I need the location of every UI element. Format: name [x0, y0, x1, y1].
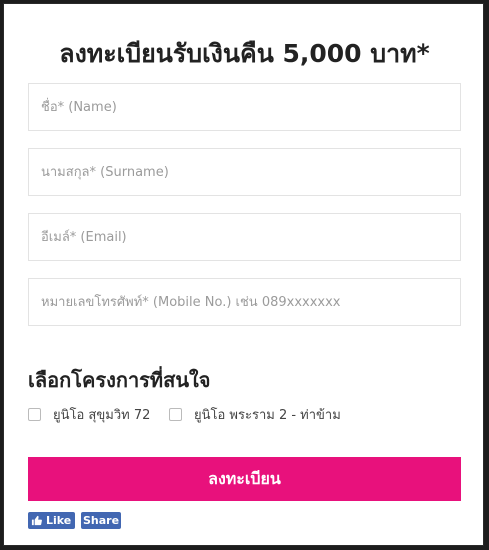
project-option-label: ยูนิโอ พระราม 2 - ท่าข้าม: [194, 408, 341, 423]
registration-form: ลงทะเบียนรับเงินคืน 5,000 บาท* เลือกโครง…: [3, 3, 484, 546]
surname-input[interactable]: [28, 148, 461, 196]
checkbox[interactable]: [169, 408, 182, 421]
form-title: ลงทะเบียนรับเงินคืน 5,000 บาท*: [59, 39, 430, 68]
thumbs-up-icon: [31, 515, 42, 526]
facebook-share-button[interactable]: Share: [81, 512, 121, 529]
project-option-label: ยูนิโอ สุขุมวิท 72: [53, 408, 151, 423]
share-label: Share: [82, 514, 120, 527]
email-input[interactable]: [28, 213, 461, 261]
facebook-like-button[interactable]: Like: [28, 512, 75, 529]
mobile-input[interactable]: [28, 278, 461, 326]
checkbox[interactable]: [28, 408, 41, 421]
name-input[interactable]: [28, 83, 461, 131]
like-label: Like: [46, 514, 72, 527]
project-section-title: เลือกโครงการที่สนใจ: [28, 368, 211, 392]
project-option-sukhumvit-72[interactable]: ยูนิโอ สุขุมวิท 72: [28, 404, 150, 425]
project-option-rama-2[interactable]: ยูนิโอ พระราม 2 - ท่าข้าม: [169, 404, 341, 425]
register-button[interactable]: ลงทะเบียน: [28, 457, 461, 501]
